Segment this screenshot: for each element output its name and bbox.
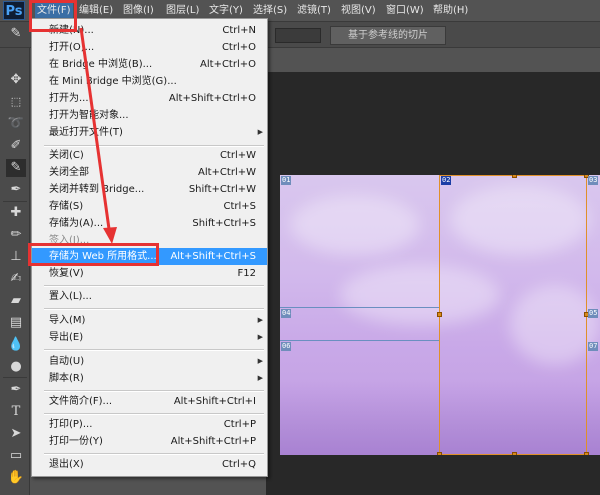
menu-item-open[interactable]: 打开(O)... Ctrl+O (32, 39, 267, 56)
menu-item-import[interactable]: 导入(M) ▶ (32, 312, 267, 329)
blur-tool-icon[interactable]: 💧 (6, 336, 26, 354)
document-image[interactable]: 01 02 03 04 05 06 07 (280, 175, 600, 455)
slice-tag-01: 01 (281, 176, 292, 185)
highlight-box-file-menu (29, 0, 77, 32)
menu-item-export[interactable]: 导出(E) ▶ (32, 329, 267, 346)
shape-tool-icon[interactable]: ▭ (6, 447, 26, 465)
slice-handle[interactable] (512, 452, 517, 455)
menu-view[interactable]: 视图(V) (341, 3, 376, 18)
slice-line (280, 307, 440, 308)
menu-separator (44, 308, 264, 310)
submenu-arrow-icon: ▶ (257, 128, 263, 136)
history-brush-icon[interactable]: ✍ (6, 270, 26, 288)
slice-tag-04: 04 (281, 309, 292, 318)
menu-separator (44, 413, 264, 415)
highlight-box-save-for-web (28, 243, 159, 266)
options-field[interactable] (275, 28, 321, 43)
gradient-tool-icon[interactable]: ▤ (6, 314, 26, 332)
menu-item-scripts[interactable]: 脚本(R) ▶ (32, 370, 267, 387)
slice-line (280, 340, 440, 341)
menu-item-close-all[interactable]: 关闭全部 Alt+Ctrl+W (32, 164, 267, 181)
menu-item-close[interactable]: 关闭(C) Ctrl+W (32, 147, 267, 164)
hand-tool-icon[interactable]: ✋ (6, 469, 26, 487)
tools-panel: ✥ ⬚ ➰ ✐ ✎ ✒ ✚ ✏ ⊥ ✍ ▰ ▤ 💧 ● ✒ T ➤ ▭ ✋ (0, 48, 30, 495)
menu-item-revert[interactable]: 恢复(V) F12 (32, 265, 267, 282)
type-tool-icon[interactable]: T (6, 403, 26, 421)
slice-tool-active-icon[interactable]: ✎ (6, 159, 26, 177)
slice-handle[interactable] (437, 452, 442, 455)
menu-item-recent-files[interactable]: 最近打开文件(T) ▶ (32, 124, 267, 141)
menu-item-print-one-copy[interactable]: 打印一份(Y) Alt+Shift+Ctrl+P (32, 433, 267, 450)
quick-select-tool-icon[interactable]: ✐ (6, 137, 26, 155)
brush-tool-icon[interactable]: ✏ (6, 226, 26, 244)
menu-image[interactable]: 图像(I) (123, 3, 154, 18)
submenu-arrow-icon: ▶ (257, 374, 263, 382)
submenu-arrow-icon: ▶ (257, 316, 263, 324)
slice-tag-07: 07 (588, 342, 599, 351)
menu-type[interactable]: 文字(Y) (209, 3, 243, 18)
menu-item-automate[interactable]: 自动(U) ▶ (32, 353, 267, 370)
clone-stamp-icon[interactable]: ⊥ (6, 248, 26, 266)
menu-separator (44, 285, 264, 287)
menu-item-open-smart-object[interactable]: 打开为智能对象... (32, 107, 267, 124)
slice-tool-icon[interactable]: ✎ (8, 26, 24, 42)
menu-window[interactable]: 窗口(W) (386, 3, 424, 18)
menu-edit[interactable]: 编辑(E) (79, 3, 113, 18)
eraser-tool-icon[interactable]: ▰ (6, 292, 26, 310)
photoshop-logo: Ps (3, 1, 25, 20)
menu-item-exit[interactable]: 退出(X) Ctrl+Q (32, 456, 267, 473)
slice-handle[interactable] (512, 175, 517, 178)
submenu-arrow-icon: ▶ (257, 333, 263, 341)
menu-separator (44, 390, 264, 392)
toolbar-divider (3, 201, 27, 202)
slice-tag-05: 05 (588, 309, 599, 318)
menu-layer[interactable]: 图层(L) (166, 3, 199, 18)
menu-item-open-as[interactable]: 打开为... Alt+Shift+Ctrl+O (32, 90, 267, 107)
menu-item-browse-bridge[interactable]: 在 Bridge 中浏览(B)... Alt+Ctrl+O (32, 56, 267, 73)
menu-item-browse-mini-bridge[interactable]: 在 Mini Bridge 中浏览(G)... (32, 73, 267, 90)
pen-tool-icon[interactable]: ✒ (6, 381, 26, 399)
path-select-tool-icon[interactable]: ➤ (6, 425, 26, 443)
menu-item-save-as[interactable]: 存储为(A)... Shift+Ctrl+S (32, 215, 267, 232)
slice-tag-02: 02 (441, 176, 452, 185)
menu-item-save[interactable]: 存储(S) Ctrl+S (32, 198, 267, 215)
marquee-tool-icon[interactable]: ⬚ (6, 93, 26, 111)
slice-tag-03: 03 (588, 176, 599, 185)
slices-from-guides-button[interactable]: 基于参考线的切片 (330, 26, 446, 45)
slice-handle[interactable] (584, 452, 589, 455)
healing-brush-icon[interactable]: ✚ (6, 204, 26, 222)
menu-select[interactable]: 选择(S) (253, 3, 287, 18)
menu-filter[interactable]: 滤镜(T) (297, 3, 331, 18)
slice-handle[interactable] (437, 312, 442, 317)
eyedropper-tool-icon[interactable]: ✒ (6, 181, 26, 199)
menu-item-close-go-bridge[interactable]: 关闭并转到 Bridge... Shift+Ctrl+W (32, 181, 267, 198)
menu-item-place[interactable]: 置入(L)... (32, 288, 267, 305)
dodge-tool-icon[interactable]: ● (6, 358, 26, 376)
lasso-tool-icon[interactable]: ➰ (6, 115, 26, 133)
menu-separator (44, 349, 264, 351)
slice-tag-06: 06 (281, 342, 292, 351)
submenu-arrow-icon: ▶ (257, 357, 263, 365)
menu-item-file-info[interactable]: 文件简介(F)... Alt+Shift+Ctrl+I (32, 393, 267, 410)
menu-separator (44, 453, 264, 455)
move-tool-icon[interactable]: ✥ (6, 71, 26, 89)
menu-item-print[interactable]: 打印(P)... Ctrl+P (32, 416, 267, 433)
toolbar-divider (3, 377, 27, 378)
menu-help[interactable]: 帮助(H) (433, 3, 468, 18)
